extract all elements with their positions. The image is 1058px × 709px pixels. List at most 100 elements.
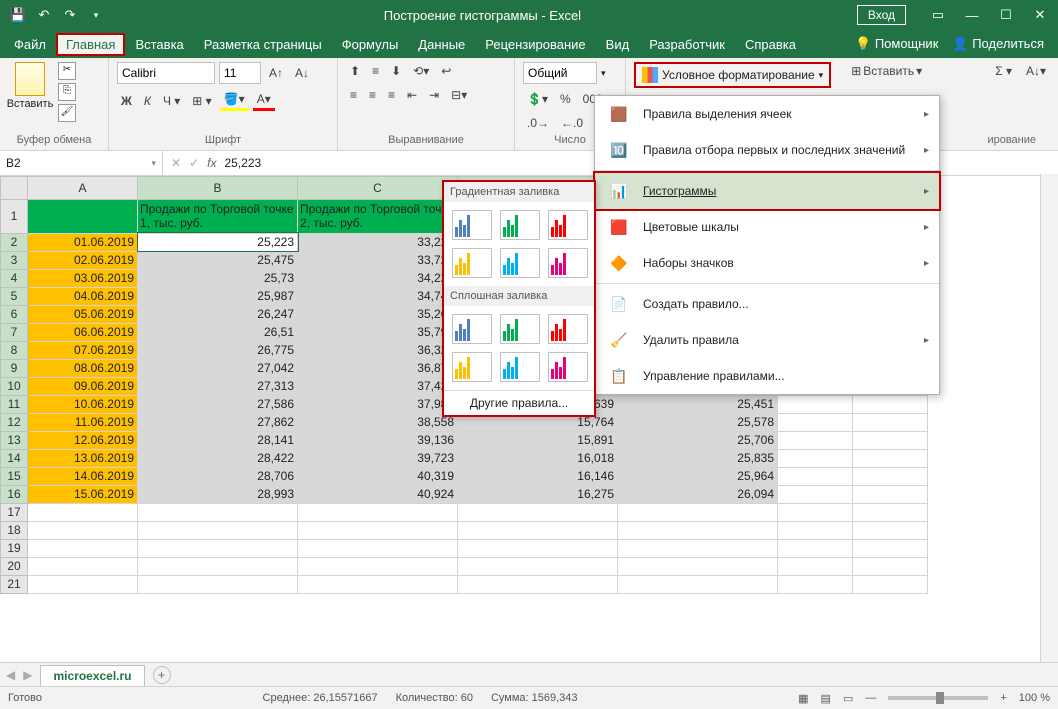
underline-button[interactable]: Ч ▾ [159, 92, 184, 110]
paste-button[interactable]: Вставить [8, 62, 52, 110]
decrease-font-icon[interactable]: A↓ [291, 64, 313, 82]
tab-review[interactable]: Рецензирование [475, 33, 595, 56]
align-bot-icon[interactable]: ⬇ [387, 62, 405, 80]
tab-view[interactable]: Вид [596, 33, 640, 56]
tab-nav-next-icon[interactable]: ▶ [23, 668, 32, 682]
cell-value[interactable]: 16,018 [458, 449, 618, 467]
undo-icon[interactable]: ↶ [32, 3, 56, 27]
cell-value[interactable]: 37,427 [298, 377, 458, 395]
cell-value[interactable]: 39,723 [298, 449, 458, 467]
merge-icon[interactable]: ⊟▾ [447, 86, 471, 104]
cell-date[interactable]: 04.06.2019 [28, 287, 138, 305]
close-icon[interactable]: ✕ [1028, 3, 1052, 27]
cell-value[interactable]: 36,329 [298, 341, 458, 359]
cell-date[interactable]: 14.06.2019 [28, 467, 138, 485]
cell-date[interactable]: 03.06.2019 [28, 269, 138, 287]
cancel-formula-icon[interactable]: ✕ [171, 156, 181, 170]
new-sheet-icon[interactable]: + [153, 666, 171, 684]
databar-solid-green[interactable] [500, 314, 540, 344]
databar-solid-orange[interactable] [452, 352, 492, 382]
databar-gradient-lightblue[interactable] [500, 248, 540, 278]
tab-data[interactable]: Данные [408, 33, 475, 56]
cell-value[interactable]: 26,775 [138, 341, 298, 359]
cut-icon[interactable]: ✂ [58, 62, 76, 80]
align-top-icon[interactable]: ⬆ [346, 62, 364, 80]
cell-value[interactable]: 40,319 [298, 467, 458, 485]
menu-clear-rules[interactable]: 🧹Удалить правила [595, 322, 939, 358]
sort-filter-icon[interactable]: A↓▾ [1022, 62, 1050, 80]
fill-color-button[interactable]: 🪣▾ [220, 90, 249, 111]
cell-value[interactable]: 33,722 [298, 251, 458, 269]
vertical-scrollbar[interactable] [1040, 174, 1058, 663]
cell-value[interactable]: 28,993 [138, 485, 298, 503]
cell-value[interactable]: 25,987 [138, 287, 298, 305]
view-break-icon[interactable]: ▭ [843, 692, 853, 705]
align-center-icon[interactable]: ≡ [365, 86, 380, 104]
cell-value[interactable]: 27,586 [138, 395, 298, 413]
dec-decimal-icon[interactable]: ←.0 [557, 114, 587, 132]
menu-icon-sets[interactable]: 🔶Наборы значков [595, 245, 939, 281]
view-normal-icon[interactable]: ▦ [798, 692, 808, 705]
cell-value[interactable]: 35,263 [298, 305, 458, 323]
cell-date[interactable]: 07.06.2019 [28, 341, 138, 359]
cell-value[interactable]: 34,228 [298, 269, 458, 287]
cell-value[interactable]: 25,475 [138, 251, 298, 269]
italic-button[interactable]: К [140, 92, 155, 110]
cell-value[interactable]: 25,223 [138, 233, 298, 251]
view-layout-icon[interactable]: ▤ [821, 692, 831, 705]
cell-value[interactable]: 25,73 [138, 269, 298, 287]
fx-icon[interactable]: fx [207, 156, 216, 170]
bold-button[interactable]: Ж [117, 92, 136, 110]
increase-font-icon[interactable]: A↑ [265, 64, 287, 82]
cell-date[interactable]: 10.06.2019 [28, 395, 138, 413]
currency-icon[interactable]: 💲▾ [523, 90, 552, 108]
tab-formulas[interactable]: Формулы [332, 33, 409, 56]
cell-value[interactable]: 27,042 [138, 359, 298, 377]
cell-value[interactable]: 26,094 [618, 485, 778, 503]
cell-date[interactable]: 06.06.2019 [28, 323, 138, 341]
cell-value[interactable]: 15,891 [458, 431, 618, 449]
databar-gradient-red[interactable] [548, 210, 588, 240]
databar-gradient-orange[interactable] [452, 248, 492, 278]
menu-highlight-rules[interactable]: 🟫Правила выделения ячеек [595, 96, 939, 132]
inc-decimal-icon[interactable]: .0→ [523, 114, 553, 132]
border-button[interactable]: ⊞ ▾ [188, 92, 215, 110]
zoom-in-icon[interactable]: + [1000, 692, 1006, 704]
orientation-icon[interactable]: ⟲▾ [409, 62, 433, 80]
zoom-out-icon[interactable]: — [865, 692, 876, 704]
cell-date[interactable]: 13.06.2019 [28, 449, 138, 467]
cell-date[interactable]: 02.06.2019 [28, 251, 138, 269]
cell-value[interactable]: 27,862 [138, 413, 298, 431]
copy-icon[interactable]: ⎘ [58, 83, 76, 101]
cell-value[interactable]: 33,224 [298, 233, 458, 251]
enter-formula-icon[interactable]: ✓ [189, 156, 199, 170]
font-name-select[interactable] [117, 62, 215, 84]
databar-gradient-blue[interactable] [452, 210, 492, 240]
assistant-link[interactable]: 💡 Помощник [855, 36, 938, 52]
conditional-formatting-button[interactable]: Условное форматирование▾ [634, 62, 831, 88]
login-button[interactable]: Вход [857, 5, 906, 25]
menu-data-bars[interactable]: 📊Гистограммы [595, 173, 939, 209]
cell-value[interactable]: 16,146 [458, 467, 618, 485]
databar-solid-red[interactable] [548, 314, 588, 344]
ribbon-options-icon[interactable]: ▭ [926, 3, 950, 27]
sheet-tab[interactable]: microexcel.ru [40, 665, 144, 686]
databar-gradient-green[interactable] [500, 210, 540, 240]
cell-date[interactable]: 11.06.2019 [28, 413, 138, 431]
cell-date[interactable]: 05.06.2019 [28, 305, 138, 323]
cell-value[interactable]: 37,988 [298, 395, 458, 413]
tab-nav-prev-icon[interactable]: ◀ [6, 668, 15, 682]
cell-value[interactable]: 28,422 [138, 449, 298, 467]
cell-value[interactable]: 25,835 [618, 449, 778, 467]
cell-value[interactable]: 28,141 [138, 431, 298, 449]
tab-layout[interactable]: Разметка страницы [194, 33, 332, 56]
tab-developer[interactable]: Разработчик [639, 33, 735, 56]
databar-solid-blue[interactable] [452, 314, 492, 344]
cell-value[interactable]: 25,578 [618, 413, 778, 431]
font-size-select[interactable] [219, 62, 261, 84]
number-format-select[interactable] [523, 62, 597, 84]
minimize-icon[interactable]: — [960, 3, 984, 27]
cell-value[interactable]: 26,51 [138, 323, 298, 341]
cell-date[interactable]: 12.06.2019 [28, 431, 138, 449]
zoom-level[interactable]: 100 % [1019, 692, 1050, 704]
